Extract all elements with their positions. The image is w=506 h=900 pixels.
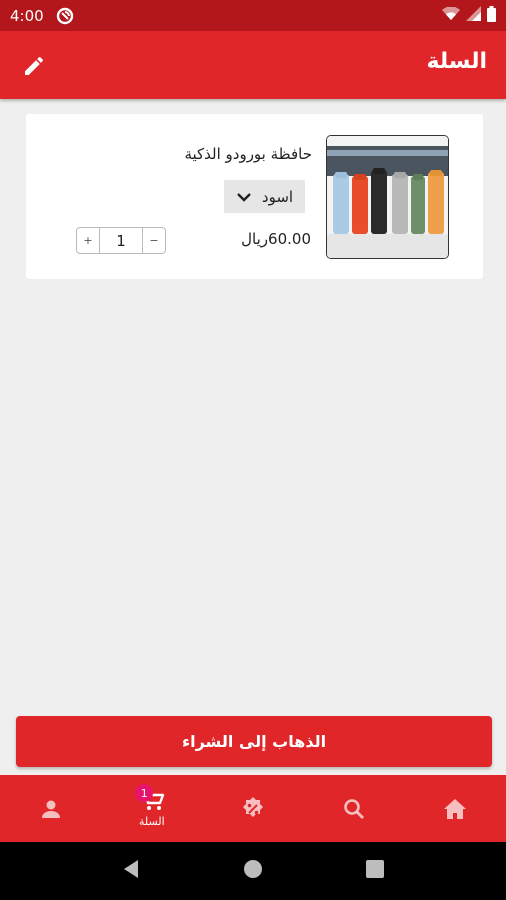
quantity-increase-button[interactable]: + — [77, 228, 99, 253]
nav-offers[interactable] — [202, 775, 303, 842]
nav-cart[interactable]: 1 السلة — [101, 775, 202, 842]
nav-home[interactable] — [405, 775, 506, 842]
home-circle-icon[interactable] — [243, 859, 263, 883]
chevron-down-icon — [237, 192, 251, 202]
signal-icon — [466, 6, 481, 25]
status-time: 4:00 — [10, 6, 44, 25]
battery-icon — [487, 5, 496, 26]
variant-dropdown[interactable]: اسود — [224, 180, 305, 213]
home-icon — [444, 798, 467, 819]
back-icon[interactable] — [122, 859, 140, 883]
status-bar: 4:00 — [0, 0, 506, 31]
wifi-icon — [442, 6, 460, 25]
app-notification-icon — [56, 7, 74, 25]
cart-item-card: حافظة بورودو الذكية اسود 60.00ريال + 1 − — [26, 114, 483, 279]
system-nav-bar — [0, 842, 506, 900]
search-icon — [344, 798, 365, 819]
app-bar: السلة — [0, 31, 506, 99]
product-image[interactable] — [326, 135, 449, 259]
edit-button[interactable] — [14, 46, 54, 86]
quantity-value[interactable]: 1 — [99, 228, 143, 253]
page-title: السلة — [426, 49, 487, 74]
bottom-nav: 1 السلة — [0, 775, 506, 842]
variant-label: اسود — [261, 187, 294, 206]
product-name[interactable]: حافظة بورودو الذكية — [184, 145, 312, 163]
nav-search[interactable] — [304, 775, 405, 842]
quantity-decrease-button[interactable]: − — [143, 228, 165, 253]
checkout-button[interactable]: الذهاب إلى الشراء — [16, 716, 492, 767]
recents-icon[interactable] — [366, 860, 385, 882]
quantity-stepper: + 1 − — [76, 227, 166, 254]
nav-profile[interactable] — [0, 775, 101, 842]
pencil-icon — [25, 56, 44, 75]
discount-badge-icon — [243, 796, 263, 817]
nav-cart-label: السلة — [138, 815, 165, 828]
product-price: 60.00ريال — [241, 230, 311, 248]
person-icon — [41, 800, 60, 818]
